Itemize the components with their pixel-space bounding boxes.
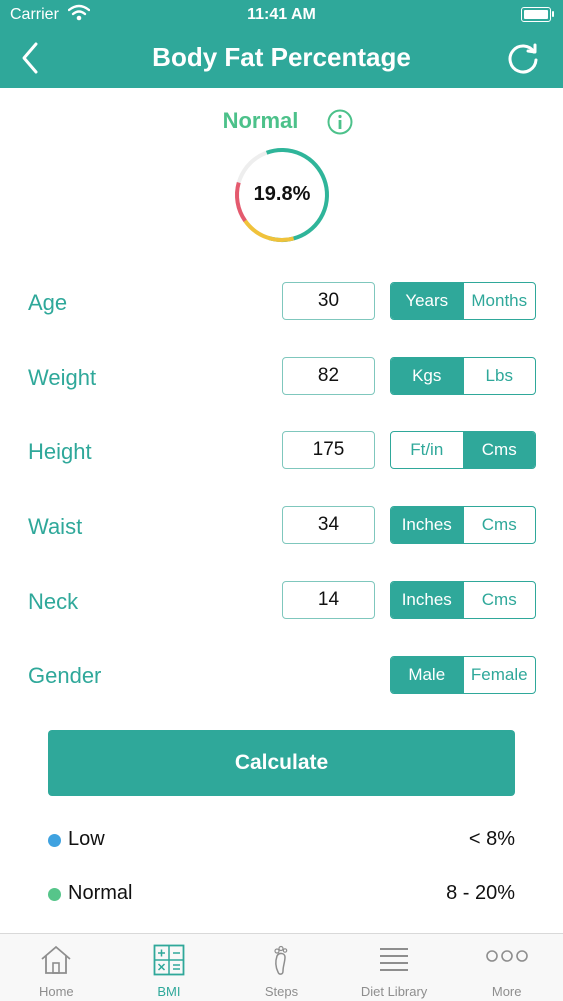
range-low-value: < 8% [468, 828, 515, 850]
tab-diet-library-label: Diet Library [360, 984, 428, 999]
weight-unit-lbs[interactable]: Lbs [462, 358, 536, 394]
list-icon [380, 948, 409, 971]
waist-input[interactable] [282, 506, 375, 544]
battery-icon [521, 7, 554, 22]
age-unit-years[interactable]: Years [391, 283, 463, 319]
refresh-button[interactable] [505, 40, 541, 76]
gender-toggle: Male Female [390, 656, 536, 694]
more-icon [485, 950, 528, 962]
height-label: Height [28, 439, 92, 464]
tab-home-label: Home [38, 984, 74, 999]
body-fat-value: 19.8% [253, 183, 311, 205]
tab-diet-library[interactable]: Diet Library [338, 934, 451, 1001]
age-unit-toggle: Years Months [390, 282, 536, 320]
tab-more[interactable]: More [450, 934, 563, 1001]
weight-unit-toggle: Kgs Lbs [390, 357, 536, 395]
range-normal-name: Normal [68, 882, 133, 904]
gender-male[interactable]: Male [391, 657, 463, 693]
neck-input[interactable] [282, 581, 375, 619]
range-normal-value: 8 - 20% [446, 882, 515, 904]
tab-more-label: More [491, 984, 522, 999]
calculate-button[interactable]: Calculate [48, 730, 515, 796]
tab-bmi[interactable]: BMI [113, 934, 226, 1001]
tab-home[interactable]: Home [0, 934, 113, 1001]
neck-label: Neck [28, 589, 79, 614]
height-unit-toggle: Ft/in Cms [390, 431, 536, 469]
age-unit-months[interactable]: Months [462, 283, 536, 319]
range-low-name: Low [68, 828, 105, 850]
tab-steps[interactable]: Steps [225, 934, 338, 1001]
normal-dot-icon [48, 888, 61, 901]
tab-bmi-label: BMI [157, 984, 181, 999]
waist-unit-inches[interactable]: Inches [391, 507, 463, 543]
calculator-icon [153, 944, 185, 976]
range-row-normal: Normal 8 - 20% [48, 880, 515, 910]
tab-steps-label: Steps [264, 984, 299, 999]
page-title: Body Fat Percentage [152, 42, 411, 72]
waist-unit-toggle: Inches Cms [390, 506, 536, 544]
range-row-low: Low < 8% [48, 826, 515, 856]
weight-label: Weight [28, 365, 97, 390]
tab-bar: Home BMI Steps Diet Library More [0, 933, 563, 1001]
waist-label: Waist [28, 514, 83, 539]
weight-input[interactable] [282, 357, 375, 395]
result-status-text: Normal [222, 108, 299, 133]
neck-unit-cms[interactable]: Cms [462, 582, 536, 618]
weight-unit-kgs[interactable]: Kgs [391, 358, 463, 394]
header: Carrier 11:41 AM Body Fat Percentage [0, 0, 563, 88]
footprint-icon [274, 945, 288, 975]
height-unit-ftin[interactable]: Ft/in [391, 432, 463, 468]
waist-unit-cms[interactable]: Cms [462, 507, 536, 543]
neck-unit-toggle: Inches Cms [390, 581, 536, 619]
age-input[interactable] [282, 282, 375, 320]
status-bar: Carrier 11:41 AM [0, 0, 563, 30]
height-input[interactable] [282, 431, 375, 469]
gender-label: Gender [28, 663, 102, 688]
clock: 11:41 AM [247, 6, 316, 23]
low-dot-icon [48, 834, 61, 847]
result-status: Normal [0, 108, 563, 134]
info-icon[interactable] [327, 109, 353, 135]
age-label: Age [28, 290, 68, 315]
height-unit-cms[interactable]: Cms [462, 432, 535, 468]
home-icon [41, 945, 71, 974]
gender-female[interactable]: Female [462, 657, 536, 693]
neck-unit-inches[interactable]: Inches [391, 582, 463, 618]
